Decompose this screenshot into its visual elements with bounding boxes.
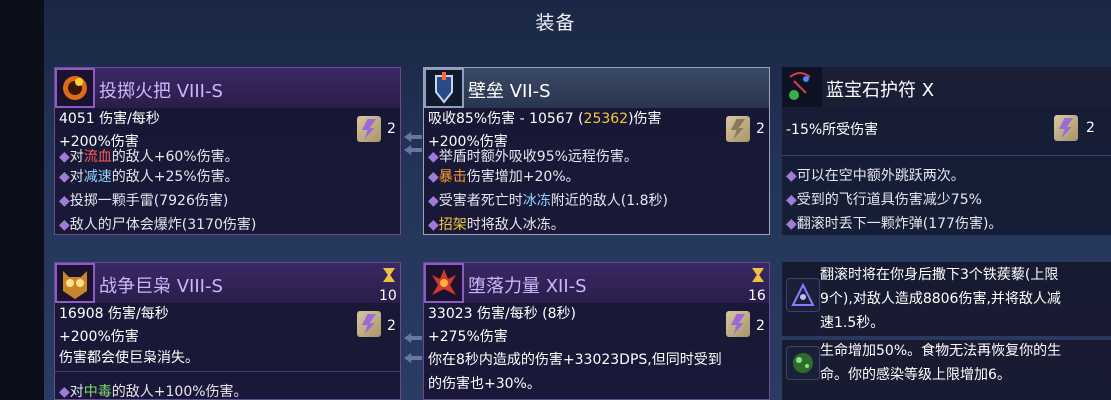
mutation-panel[interactable]: 翻滚时将在你身后撒下3个铁蒺藜(上限 9个),对敌人造成8806伤害,并将敌人减… xyxy=(782,262,1111,336)
item-description-line1: 你在8秒内造成的伤害+33023DPS,但同时受到 xyxy=(428,352,722,368)
trait-line: ◆受害者死亡时冰冻附近的敌人(1.8秒) xyxy=(428,193,668,209)
trait-line: ◆对流血的敌人+60%伤害。 xyxy=(59,149,239,165)
item-absorb: 吸收85%伤害 - 10567 (25362)伤害 xyxy=(428,111,662,127)
scroll-icon xyxy=(357,116,381,142)
mutation-text-line: 9个),对敌人造成8806伤害,并将敌人减 xyxy=(820,291,1061,307)
caltrops-icon xyxy=(786,278,820,312)
trait-line: ◆敌人的尸体会爆炸(3170伤害) xyxy=(59,217,257,233)
trait-line: ◆对减速的敌人+25%伤害。 xyxy=(59,169,239,185)
cooldown-seconds: 16 xyxy=(748,288,766,304)
shield-icon xyxy=(424,68,464,108)
trait-line: ◆翻滚时丢下一颗炸弹(177伤害)。 xyxy=(786,216,1003,232)
item-card-war-owl[interactable]: 战争巨枭 VIII-S 10 16908 伤害/每秒 +200%伤害 2 伤害都… xyxy=(54,262,401,400)
item-name: 战争巨枭 VIII-S xyxy=(99,276,223,297)
mutation-text-line: 速1.5秒。 xyxy=(820,315,885,331)
scroll-count: 2 xyxy=(756,318,765,334)
item-name: 蓝宝石护符 X xyxy=(826,80,935,101)
mutation-text-line: 翻滚时将在你身后撒下3个铁蒺藜(上限 xyxy=(820,267,1059,283)
mutation-text-line: 命。你的感染等级上限增加6。 xyxy=(820,367,1011,383)
scroll-count: 2 xyxy=(387,318,396,334)
owl-icon xyxy=(55,263,95,303)
scroll-icon xyxy=(1054,115,1078,141)
item-card-rampart[interactable]: 壁垒 VII-S 吸收85%伤害 - 10567 (25362)伤害 +200%… xyxy=(423,67,770,235)
divider xyxy=(782,155,1111,156)
scroll-icon xyxy=(726,311,750,337)
trait-line: ◆举盾时额外吸收95%远程伤害。 xyxy=(428,149,638,165)
scroll-icon xyxy=(357,311,381,337)
trait-line: ◆招架时将敌人冰冻。 xyxy=(428,217,565,233)
item-damage-bonus: +275%伤害 xyxy=(428,329,508,345)
left-edge-bar xyxy=(0,0,44,400)
item-description: 伤害都会使巨枭消失。 xyxy=(59,350,199,366)
scroll-count: 2 xyxy=(756,121,765,137)
trait-line: ◆投掷一颗手雷(7926伤害) xyxy=(59,193,229,209)
item-name: 堕落力量 XII-S xyxy=(468,276,587,297)
scroll-icon xyxy=(726,116,750,142)
amulet-icon xyxy=(782,67,822,107)
trait-line: ◆对中毒的敌人+100%伤害。 xyxy=(59,384,248,400)
item-card-sapphire-amulet[interactable]: 蓝宝石护符 X -15%所受伤害 2 ◆可以在空中额外跳跃两次。 ◆受到的飞行道… xyxy=(782,67,1111,235)
mutation-panel[interactable]: 生命增加50%。食物无法再恢复你的生 命。你的感染等级上限增加6。 xyxy=(782,340,1111,400)
item-damage-reduction: -15%所受伤害 xyxy=(786,122,879,138)
corruption-icon xyxy=(424,263,464,303)
mutation-text-line: 生命增加50%。食物无法再恢复你的生 xyxy=(820,343,1062,359)
scroll-count: 2 xyxy=(387,121,396,137)
item-name: 投掷火把 VIII-S xyxy=(99,81,223,102)
item-card-throwing-torch[interactable]: 投掷火把 VIII-S 4051 伤害/每秒 +200%伤害 2 ◆对流血的敌人… xyxy=(54,67,401,235)
infection-icon xyxy=(786,346,820,380)
cooldown-seconds: 10 xyxy=(379,288,397,304)
trait-line: ◆受到的飞行道具伤害减少75% xyxy=(786,192,982,208)
item-dps: 16908 伤害/每秒 xyxy=(59,306,169,322)
trait-line: ◆可以在空中额外跳跃两次。 xyxy=(786,168,965,184)
item-name: 壁垒 VII-S xyxy=(468,81,551,102)
flame-icon xyxy=(55,68,95,108)
scroll-count: 2 xyxy=(1086,120,1095,136)
divider xyxy=(55,371,400,372)
item-dps: 4051 伤害/每秒 xyxy=(59,111,160,127)
item-description-line2: 的伤害也+30%。 xyxy=(428,376,541,392)
trait-line: ◆暴击伤害增加+20%。 xyxy=(428,169,580,185)
item-card-corrupted-power[interactable]: 堕落力量 XII-S 16 33023 伤害/每秒 (8秒) +275%伤害 2… xyxy=(423,262,770,400)
screen-title: 装备 xyxy=(535,12,576,34)
item-dps: 33023 伤害/每秒 (8秒) xyxy=(428,306,576,322)
item-damage-bonus: +200%伤害 xyxy=(59,329,139,345)
